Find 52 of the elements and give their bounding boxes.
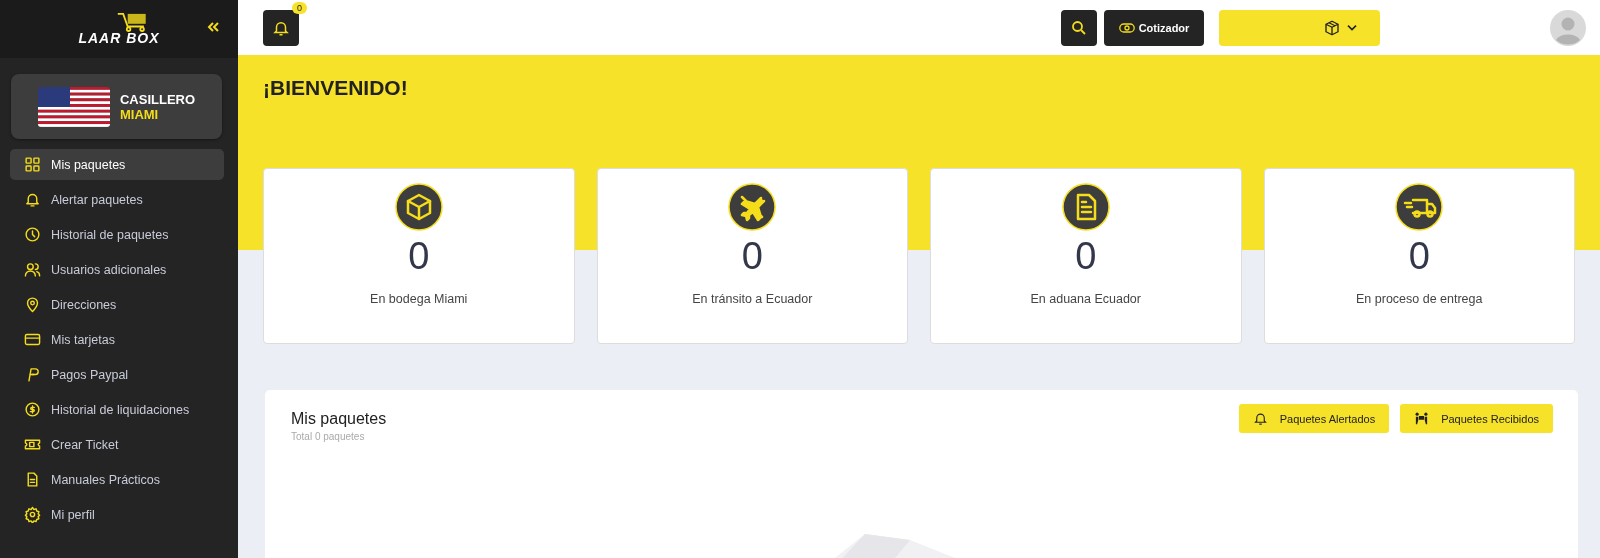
bell-icon <box>1252 411 1268 426</box>
nav-item[interactable]: Direcciones <box>10 289 224 320</box>
panel-subtitle: Total 0 paquetes <box>291 431 366 442</box>
airplane-icon <box>728 183 777 231</box>
quote-button[interactable]: Cotizador <box>1104 9 1204 46</box>
panel-title: Mis paquetes <box>291 410 387 428</box>
people-icon <box>1414 411 1430 426</box>
stat-value: 0 <box>1075 235 1097 278</box>
stat-value: 0 <box>408 235 430 278</box>
flag-icon <box>37 86 110 127</box>
stat-value: 0 <box>741 235 763 278</box>
logo-text: LAAR BOX <box>78 30 160 46</box>
nav-item[interactable]: Crear Ticket <box>10 429 224 460</box>
nav-item[interactable]: Manuales Prácticos <box>10 464 224 495</box>
credit-card-icon <box>24 331 41 348</box>
stat-label: En aduana Ecuador <box>1030 292 1141 306</box>
users-icon <box>24 261 41 278</box>
document-icon <box>1061 183 1110 231</box>
nav-item[interactable]: Mis paquetes <box>10 149 224 180</box>
box-icon <box>1323 18 1341 37</box>
box-icon <box>394 183 443 231</box>
money-icon <box>1118 22 1135 33</box>
location-pin-icon <box>24 296 41 313</box>
locker-card[interactable]: CASILLERO MIAMI <box>11 74 222 139</box>
locker-city: MIAMI <box>119 106 160 122</box>
filter-button[interactable]: Paquetes Alertados <box>1238 404 1390 433</box>
grid-icon <box>24 156 41 173</box>
settings-icon <box>24 506 41 523</box>
bell-icon <box>24 191 41 208</box>
search-button[interactable] <box>1061 9 1097 46</box>
nav-item[interactable]: Historial de liquidaciones <box>10 394 224 425</box>
nav-item[interactable]: Pagos Paypal <box>10 359 224 390</box>
clock-icon <box>24 226 41 243</box>
nav-item[interactable]: Mis tarjetas <box>10 324 224 355</box>
nav-item[interactable]: Mi perfil <box>10 499 224 530</box>
stat-label: En tránsito a Ecuador <box>692 292 813 306</box>
welcome-heading: ¡BIENVENIDO! <box>263 76 409 101</box>
chevron-down-icon <box>1346 23 1358 32</box>
stat-label: En bodega Miami <box>370 292 468 306</box>
nav-item[interactable]: Alertar paquetes <box>10 184 224 215</box>
dollar-coin-icon <box>24 401 41 418</box>
collapse-icon[interactable] <box>206 20 220 34</box>
nav-item[interactable]: Historial de paquetes <box>10 219 224 250</box>
locker-title: CASILLERO <box>119 91 196 107</box>
stat-label: En proceso de entrega <box>1356 292 1483 306</box>
stat-value: 0 <box>1408 235 1430 278</box>
notifications-button[interactable] <box>263 9 299 46</box>
truck-icon <box>1395 183 1444 231</box>
filter-button[interactable]: Paquetes Recibidos <box>1400 404 1553 433</box>
search-icon <box>1070 18 1088 37</box>
nav-item[interactable]: Usuarios adicionales <box>10 254 224 285</box>
notification-count: 0 <box>292 2 307 14</box>
